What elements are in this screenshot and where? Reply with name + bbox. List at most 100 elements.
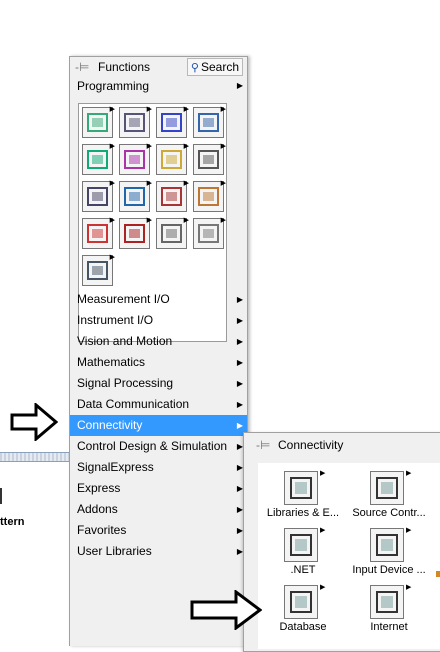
pin-icon[interactable]: -⊨ [75,60,89,74]
category-vision-and-motion[interactable]: Vision and Motion ▶ [70,331,247,352]
database-icon [284,585,318,619]
submenu-indicator-icon: ▶ [406,584,412,591]
palette-numeric-button[interactable]: ▶ [190,104,227,141]
palette-report-generation-button[interactable]: ▶ [153,215,190,252]
submenu-indicator-icon: ▶ [220,180,226,187]
submenu-indicator-icon: ▶ [406,527,412,534]
chevron-right-icon: ▶ [236,400,243,409]
submenu-indicator-icon: ▶ [406,470,412,477]
category-list: Measurement I/O ▶ Instrument I/O ▶ Vision an… [70,289,247,562]
connectivity-input-device-button[interactable]: ▶ Input Device ... [344,520,434,576]
connectivity-item-label: Source Contr... [352,507,426,519]
palette-bug-button[interactable]: ▶ [190,215,227,252]
category-data-communication[interactable]: Data Communication ▶ [70,394,247,415]
background-divider [0,488,2,504]
connectivity-item-label: Input Device ... [352,564,426,576]
category-instrument-i-o[interactable]: Instrument I/O ▶ [70,310,247,331]
background-label: ttern [0,516,25,528]
category-label: Instrument I/O [77,313,154,327]
category-favorites[interactable]: Favorites ▶ [70,520,247,541]
submenu-indicator-icon: ▶ [146,143,152,150]
category-express[interactable]: Express ▶ [70,478,247,499]
palette-file-io-button[interactable]: ▶ [116,178,153,215]
connectivity-internet-button[interactable]: ▶ Internet [344,577,434,633]
category-programming[interactable]: Programming ▶ [70,77,247,95]
category-signalexpress[interactable]: SignalExpress ▶ [70,457,247,478]
category-mathematics[interactable]: Mathematics ▶ [70,352,247,373]
submenu-indicator-icon: ▶ [220,217,226,224]
category-control-design-simulation[interactable]: Control Design & Simulation ▶ [70,436,247,457]
search-icon: ⚲ [190,61,199,74]
category-connectivity[interactable]: Connectivity ▶ [70,415,247,436]
connectivity-item-label: .NET [290,564,316,576]
palette-structures-button[interactable]: ▶ [79,104,116,141]
connectivity-dotnet-button[interactable]: ▶ .NET [258,520,348,576]
pin-icon[interactable]: -⊨ [256,438,270,452]
palette-header: -⊨ Functions ⚲ Search [70,57,247,77]
category-label: Measurement I/O [77,292,170,306]
dialog-ui-icon [82,181,113,212]
arrow-to-database [190,590,262,630]
offscreen-icon-fragment [436,571,440,577]
submenu-indicator-icon: ▶ [183,217,189,224]
libraries-icon [284,471,318,505]
palette-boolean-button[interactable]: ▶ [79,141,116,178]
submenu-title: Connectivity [278,438,344,452]
connectivity-icon-grid: ▶ Libraries & E... ▶ Source Contr... ▶ .NET ▶ I… [258,463,440,649]
submenu-indicator-icon: ▶ [146,180,152,187]
submenu-indicator-icon: ▶ [220,143,226,150]
connectivity-source-control-button[interactable]: ▶ Source Contr... [344,463,434,519]
instrument-icon [82,255,113,286]
palette-app-control-button[interactable]: ▶ [190,178,227,215]
report-generation-icon [156,218,187,249]
category-measurement-i-o[interactable]: Measurement I/O ▶ [70,289,247,310]
submenu-indicator-icon: ▶ [109,254,115,261]
submenu-indicator-icon: ▶ [109,143,115,150]
internet-icon [370,585,404,619]
palette-array-button[interactable]: ▶ [116,104,153,141]
palette-graphics-sound-button[interactable]: ▶ [116,215,153,252]
palette-instrument-button[interactable]: ▶ [79,252,116,289]
functions-palette[interactable]: -⊨ Functions ⚲ Search Programming ▶ ▶ ▶ ▶ ▶… [69,56,248,646]
source-control-icon [370,471,404,505]
graphics-sound-icon [119,218,150,249]
array-icon [119,107,150,138]
submenu-indicator-icon: ▶ [109,180,115,187]
palette-dialog-ui-button[interactable]: ▶ [79,178,116,215]
comparison-icon [156,144,187,175]
category-label: Express [77,481,121,495]
chevron-right-icon: ▶ [236,337,243,346]
dotnet-icon [284,528,318,562]
chevron-right-icon: ▶ [236,316,243,325]
connectivity-database-button[interactable]: ▶ Database [258,577,348,633]
app-control-icon [193,181,224,212]
category-signal-processing[interactable]: Signal Processing ▶ [70,373,247,394]
category-addons[interactable]: Addons ▶ [70,499,247,520]
chevron-right-icon: ▶ [236,379,243,388]
submenu-indicator-icon: ▶ [183,106,189,113]
connectivity-libraries-button[interactable]: ▶ Libraries & E... [258,463,348,519]
category-label: Control Design & Simulation [77,439,228,453]
category-label: Addons [77,502,118,516]
category-label: SignalExpress [77,460,154,474]
search-button[interactable]: ⚲ Search [186,58,243,76]
category-label: Mathematics [77,355,146,369]
connectivity-item-label: Internet [370,621,408,633]
synchronization-icon [82,218,113,249]
bug-icon [193,218,224,249]
palette-waveform-button[interactable]: ▶ [153,178,190,215]
palette-synchronization-button[interactable]: ▶ [79,215,116,252]
palette-cluster-button[interactable]: ▶ [153,104,190,141]
chevron-right-icon: ▶ [236,295,243,304]
submenu-indicator-icon: ▶ [109,217,115,224]
category-label: Favorites [77,523,127,537]
connectivity-submenu[interactable]: -⊨ Connectivity ▶ Libraries & E... ▶ Source… [243,432,440,652]
submenu-indicator-icon: ▶ [183,143,189,150]
arrow-to-connectivity [10,403,58,441]
cluster-icon [156,107,187,138]
palette-timing-button[interactable]: ▶ [190,141,227,178]
category-user-libraries[interactable]: User Libraries ▶ [70,541,247,562]
palette-string-button[interactable]: ▶ [116,141,153,178]
submenu-indicator-icon: ▶ [146,106,152,113]
palette-comparison-button[interactable]: ▶ [153,141,190,178]
